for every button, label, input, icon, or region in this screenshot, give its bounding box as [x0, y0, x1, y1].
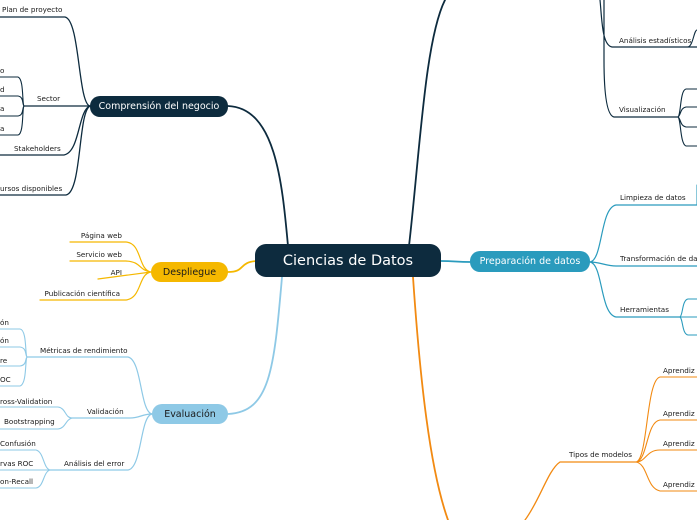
edge-center-orange	[412, 276, 449, 520]
subtopic-analisis-estadisticos[interactable]: Análisis estadísticos	[619, 36, 691, 46]
subtopic-cross-validation[interactable]: ross-Validation	[0, 397, 52, 407]
subtopic-sector-item-4[interactable]: a	[0, 124, 4, 134]
subtopic-sector-item-1[interactable]: o	[0, 66, 4, 76]
subtopic-recursos-disponibles[interactable]: ursos disponibles	[0, 184, 62, 194]
topic-comprension-del-negocio[interactable]: Comprensión del negocio	[90, 96, 228, 117]
subtopic-metricas-item-2[interactable]: ón	[0, 336, 9, 346]
edge-orange-tipos	[524, 461, 637, 520]
edge-comprension-plan	[0, 16, 91, 107]
subtopic-sector[interactable]: Sector	[37, 94, 60, 104]
subtopic-metricas-item-4[interactable]: OC	[0, 375, 11, 385]
subtopic-publicacion-cientifica[interactable]: Publicación científica	[30, 289, 121, 299]
edge-herramientas-items	[679, 298, 697, 336]
edge-center-evaluacion	[227, 276, 283, 415]
topic-evaluacion[interactable]: Evaluación	[152, 404, 228, 424]
subtopic-metricas-de-rendimiento[interactable]: Métricas de rendimiento	[40, 346, 128, 356]
edge-center-comprension	[227, 105, 289, 247]
edge-topright-items	[599, 0, 697, 118]
subtopic-matriz-de-confusion[interactable]: Confusión	[0, 439, 36, 449]
subtopic-transformacion-de-datos[interactable]: Transformación de dat	[620, 254, 697, 264]
subtopic-tipos-de-modelos[interactable]: Tipos de modelos	[569, 450, 632, 460]
edge-tipos-items	[635, 376, 697, 492]
subtopic-api[interactable]: API	[60, 268, 122, 278]
subtopic-servicio-web[interactable]: Servicio web	[60, 250, 122, 260]
subtopic-plan-de-proyecto[interactable]: Plan de proyecto	[2, 5, 62, 15]
subtopic-aprendizaje-3[interactable]: Aprendiz	[663, 439, 697, 449]
subtopic-bootstrapping[interactable]: Bootstrapping	[4, 417, 55, 427]
subtopic-metricas-item-1[interactable]: ón	[0, 318, 9, 328]
topic-preparacion-de-datos[interactable]: Preparación de datos	[470, 251, 590, 272]
subtopic-pagina-web[interactable]: Página web	[60, 231, 122, 241]
subtopic-analisis-del-error[interactable]: Análisis del error	[64, 459, 124, 469]
subtopic-aprendizaje-4[interactable]: Aprendiz	[663, 480, 697, 490]
subtopic-validacion[interactable]: Validación	[87, 407, 124, 417]
subtopic-curvas-roc[interactable]: rvas ROC	[0, 459, 33, 469]
subtopic-aprendizaje-1[interactable]: Aprendiz	[663, 366, 697, 376]
central-topic[interactable]: Ciencias de Datos	[255, 244, 441, 277]
edge-visualizacion-sub	[677, 88, 697, 147]
topic-despliegue[interactable]: Despliegue	[151, 262, 228, 282]
subtopic-visualizacion[interactable]: Visualización	[619, 105, 666, 115]
subtopic-sector-item-3[interactable]: a	[0, 104, 4, 114]
subtopic-herramientas[interactable]: Herramientas	[620, 305, 669, 315]
subtopic-limpieza-de-datos[interactable]: Limpieza de datos	[620, 193, 686, 203]
edge-center-preparacion	[440, 260, 471, 263]
edge-center-despliegue	[227, 260, 258, 273]
edge-center-topright	[408, 0, 446, 247]
subtopic-sector-item-2[interactable]: d	[0, 85, 5, 95]
subtopic-stakeholders[interactable]: Stakeholders	[14, 144, 61, 154]
subtopic-metricas-item-3[interactable]: re	[0, 356, 7, 366]
subtopic-aprendizaje-2[interactable]: Aprendiz	[663, 409, 697, 419]
subtopic-precision-recall[interactable]: on-Recall	[0, 477, 33, 487]
